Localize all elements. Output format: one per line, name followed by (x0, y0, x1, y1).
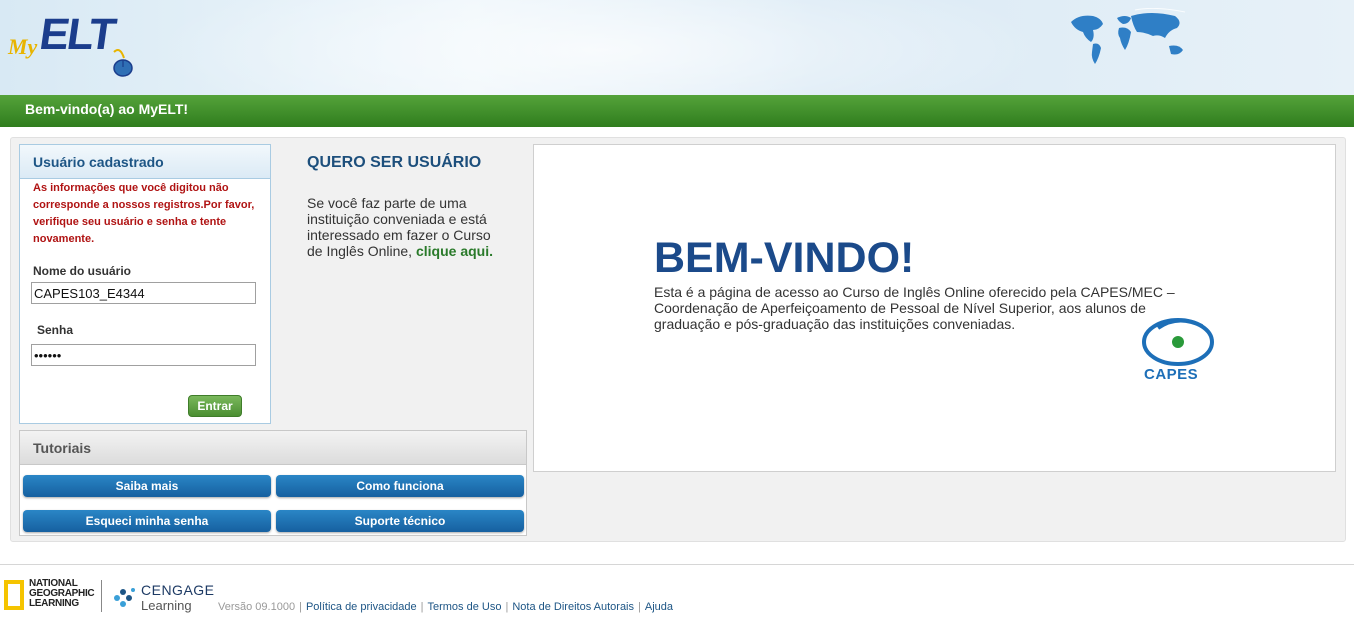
support-button[interactable]: Suporte técnico (276, 510, 524, 532)
username-input[interactable] (31, 282, 256, 304)
signup-text: Se você faz parte de uma instituição con… (307, 195, 507, 259)
capes-label: CAPES (1144, 366, 1199, 383)
header-banner: ELT My (0, 0, 1354, 95)
login-box: Usuário cadastrado As informações que vo… (19, 144, 271, 424)
help-link[interactable]: Ajuda (645, 601, 673, 613)
login-error-message: As informações que você digitou não corr… (33, 182, 255, 245)
tutorials-title: Tutoriais (33, 440, 92, 456)
mouse-icon (113, 49, 133, 77)
forgot-password-button[interactable]: Esqueci minha senha (23, 510, 271, 532)
ng-line-3: LEARNING (29, 598, 79, 609)
como-funciona-button[interactable]: Como funciona (276, 475, 524, 497)
password-label: Senha (37, 323, 74, 337)
login-title: Usuário cadastrado (33, 154, 164, 170)
footer-links: Versão 09.1000 | Política de privacidade | T… (218, 601, 673, 613)
myelt-logo[interactable]: ELT My (6, 8, 136, 78)
terms-link[interactable]: Termos de Uso (427, 601, 501, 613)
header-swoosh (150, 0, 1050, 95)
signup-title: QUERO SER USUÁRIO (307, 154, 482, 171)
login-header: Usuário cadastrado (20, 145, 270, 179)
cengage-logo[interactable]: CENGAGE Learning (111, 582, 221, 614)
world-map-icon (1071, 8, 1186, 64)
version-text: Versão 09.1000 (218, 601, 296, 613)
privacy-link[interactable]: Política de privacidade (306, 601, 417, 613)
copyright-link[interactable]: Nota de Direitos Autorais (512, 601, 634, 613)
tutorials-header: Tutoriais (20, 431, 526, 465)
password-input[interactable] (31, 344, 256, 366)
login-submit-button[interactable]: Entrar (188, 395, 242, 417)
saiba-mais-button[interactable]: Saiba mais (23, 475, 271, 497)
capes-logo: CAPES (1138, 314, 1220, 386)
footer-divider (0, 564, 1354, 565)
logo-my-text: My (8, 34, 38, 59)
tutorials-box: Tutoriais Saiba mais Como funciona Esque… (19, 430, 527, 536)
footer-logo-separator (101, 580, 102, 612)
welcome-text: Esta é a página de acesso ao Curso de In… (654, 284, 1175, 332)
cengage-dots-icon (114, 588, 135, 607)
signup-link[interactable]: clique aqui. (416, 243, 493, 259)
learning-text: Learning (141, 598, 192, 613)
ng-yellow-frame (4, 580, 24, 610)
cengage-text: CENGAGE (141, 582, 215, 598)
ng-text: NATIONAL GEOGRAPHIC LEARNING (29, 579, 95, 609)
logo-elt-text: ELT (36, 10, 118, 59)
welcome-bar: Bem-vindo(a) ao MyELT! (0, 95, 1354, 127)
welcome-title: BEM-VINDO! (654, 234, 915, 282)
username-label: Nome do usuário (33, 264, 132, 278)
national-geographic-logo[interactable]: NATIONAL GEOGRAPHIC LEARNING (4, 579, 95, 613)
welcome-bar-title: Bem-vindo(a) ao MyELT! (25, 101, 189, 117)
